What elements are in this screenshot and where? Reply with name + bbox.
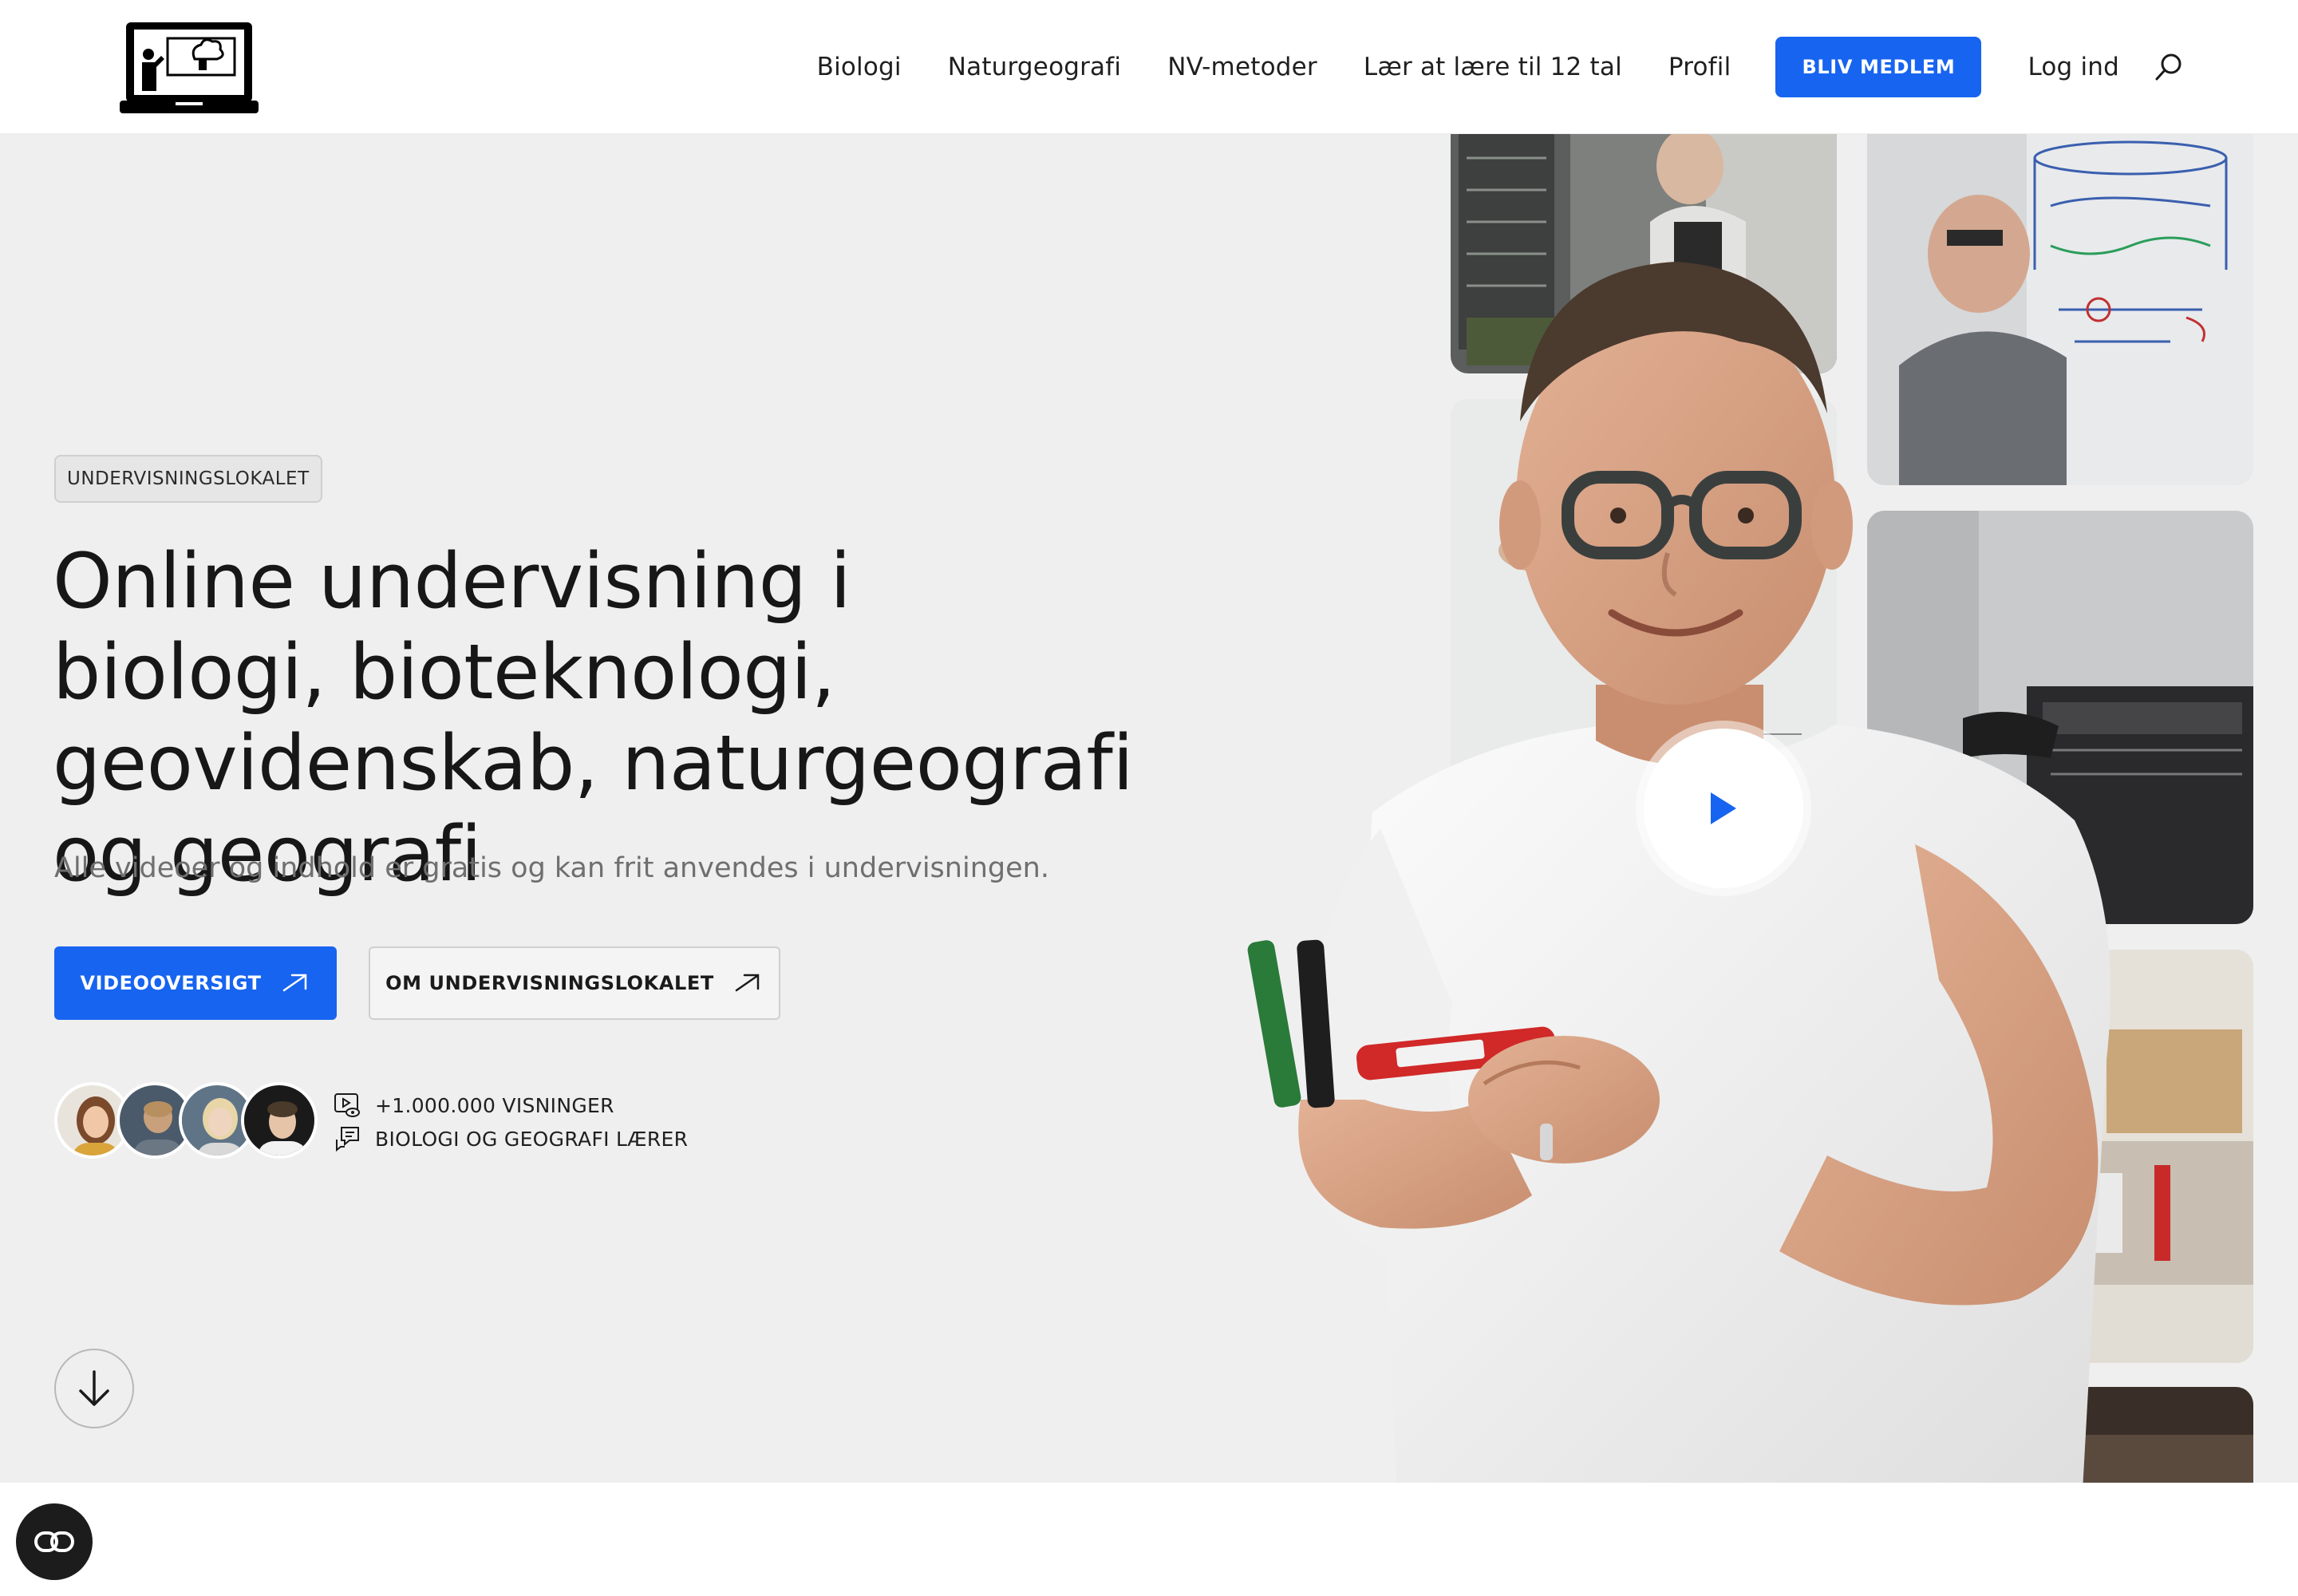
teacher-stat: BIOLOGI OG GEOGRAFI LÆRER	[334, 1122, 688, 1156]
site-logo-icon[interactable]	[120, 19, 259, 115]
stats-list: +1.000.000 VISNINGER BIOLOGI OG GEOGRAFI…	[334, 1088, 688, 1156]
scroll-down-button[interactable]	[54, 1349, 134, 1428]
login-link[interactable]: Log ind	[2028, 53, 2119, 81]
video-views-icon	[334, 1093, 360, 1117]
arrow-down-icon	[79, 1370, 109, 1406]
hero-section: UNDERVISNINGSLOKALET Online undervisning…	[0, 134, 2298, 1483]
play-icon	[1711, 792, 1736, 824]
site-header: Biologi Naturgeografi NV-metoder Lær at …	[0, 0, 2298, 134]
views-stat: +1.000.000 VISNINGER	[334, 1088, 688, 1122]
arrow-right-icon	[735, 974, 760, 992]
chat-bubble-icon	[336, 1127, 359, 1152]
search-icon[interactable]	[2153, 51, 2185, 83]
play-video-button[interactable]	[1644, 729, 1803, 888]
hero-subtitle: Alle videoer og indhold er gratis og kan…	[54, 852, 1049, 884]
accessibility-icon	[34, 1531, 74, 1552]
about-label: OM UNDERVISNINGSLOKALET	[385, 972, 714, 994]
teacher-text: BIOLOGI OG GEOGRAFI LÆRER	[375, 1127, 689, 1151]
join-member-button[interactable]: BLIV MEDLEM	[1775, 37, 1982, 97]
nav-item-laer-at-laere[interactable]: Lær at lære til 12 tal	[1364, 53, 1622, 81]
avatar	[241, 1082, 318, 1159]
arrow-right-icon	[282, 974, 306, 992]
video-overview-button[interactable]: VIDEOOVERSIGT	[54, 946, 337, 1020]
views-text: +1.000.000 VISNINGER	[375, 1093, 614, 1117]
main-nav: Biologi Naturgeografi NV-metoder Lær at …	[817, 0, 2298, 134]
accessibility-button[interactable]	[16, 1503, 93, 1580]
nav-item-profil[interactable]: Profil	[1668, 53, 1731, 81]
nav-item-biologi[interactable]: Biologi	[817, 53, 902, 81]
avatar-group	[54, 1082, 318, 1159]
nav-item-nv-metoder[interactable]: NV-metoder	[1167, 53, 1317, 81]
page-title: Online undervisning i biologi, bioteknol…	[53, 538, 1134, 899]
section-badge: UNDERVISNINGSLOKALET	[54, 455, 322, 503]
nav-item-naturgeografi[interactable]: Naturgeografi	[948, 53, 1121, 81]
about-button[interactable]: OM UNDERVISNINGSLOKALET	[369, 946, 780, 1020]
video-overview-label: VIDEOOVERSIGT	[80, 972, 262, 994]
